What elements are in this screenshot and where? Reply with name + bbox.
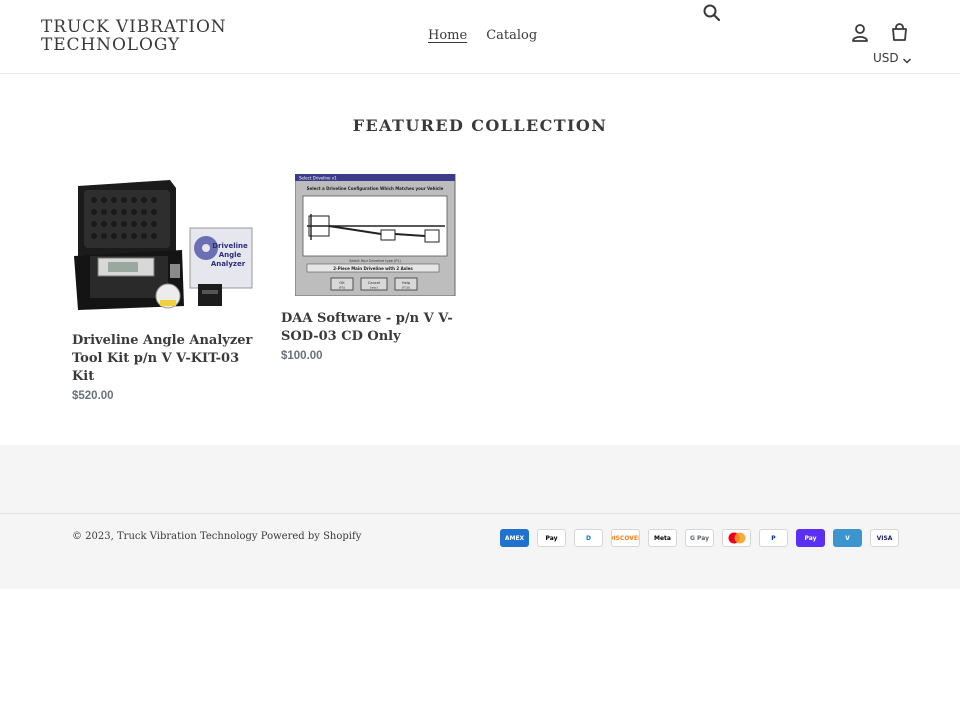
product-title[interactable]: DAA Software - p/n V V-SOD-03 CD Only — [281, 310, 471, 346]
software-help-key: (F10) — [402, 286, 410, 290]
product-image: Driveline Angle Analyzer — [72, 176, 257, 320]
chevron-down-icon — [902, 57, 911, 64]
main-nav: Home Catalog — [428, 27, 537, 45]
meta-pay-icon: Meta — [648, 529, 677, 547]
payment-label: VISA — [876, 534, 893, 542]
product-price: $100.00 — [281, 350, 323, 362]
svg-text:Angle: Angle — [219, 251, 242, 259]
search-icon[interactable] — [702, 3, 722, 23]
currency-value: USD — [873, 51, 899, 65]
copyright-prefix: © 2023, — [72, 531, 114, 542]
svg-text:Driveline: Driveline — [212, 242, 248, 250]
svg-text:Analyzer: Analyzer — [211, 260, 246, 268]
software-ok-key: (F5) — [339, 286, 345, 290]
apple-pay-icon: Pay — [537, 529, 566, 547]
powered-by-link[interactable]: Powered by Shopify — [261, 531, 362, 542]
store-link[interactable]: Truck Vibration Technology — [117, 531, 258, 542]
product-card[interactable]: Select Driveline v1 Select a Driveline C… — [281, 173, 471, 362]
software-heading: Select a Driveline Configuration Which M… — [307, 186, 444, 191]
site-footer: © 2023, Truck Vibration Technology Power… — [0, 445, 960, 589]
payment-label: Meta — [654, 534, 671, 542]
product-card[interactable]: Driveline Angle Analyzer Driveline Angle… — [72, 176, 262, 402]
diners-club-icon: D — [574, 529, 603, 547]
software-caption: Select Your Driveline type (P1) — [349, 259, 401, 263]
software-cancel-label: Cancel — [368, 281, 380, 285]
venmo-icon: V — [833, 529, 862, 547]
software-selection: 2-Piece Main Driveline with 2 Axles — [333, 266, 413, 271]
payment-label: G Pay — [689, 534, 710, 542]
nav-home-link[interactable]: Home — [428, 27, 467, 45]
section-title: FEATURED COLLECTION — [352, 116, 608, 135]
payment-label: AMEX — [504, 534, 525, 542]
mastercard-icon — [722, 529, 751, 547]
payment-label: Pay — [804, 534, 817, 542]
payment-label: D — [586, 534, 591, 542]
nav-catalog-link[interactable]: Catalog — [486, 27, 537, 45]
account-icon[interactable] — [851, 23, 869, 43]
paypal-icon: P — [759, 529, 788, 547]
amex-icon: AMEX — [500, 529, 529, 547]
discover-icon: DISCOVER — [611, 529, 640, 547]
product-title[interactable]: Driveline Angle Analyzer Tool Kit p/n V … — [72, 332, 262, 386]
google-pay-icon: G Pay — [685, 529, 714, 547]
currency-selector[interactable]: USD — [873, 51, 912, 65]
store-logo[interactable]: TRUCK VIBRATION TECHNOLOGY — [41, 18, 271, 54]
visa-icon: VISA — [870, 529, 899, 547]
software-ok-label: OK — [339, 281, 345, 285]
payment-label: DISCOVER — [612, 534, 639, 542]
software-cancel-key: (esc) — [370, 286, 377, 290]
product-image: Select Driveline v1 Select a Driveline C… — [294, 173, 456, 297]
software-help-label: Help — [402, 281, 411, 285]
shop-pay-icon: Pay — [796, 529, 825, 547]
cart-icon[interactable] — [890, 23, 909, 42]
site-header: TRUCK VIBRATION TECHNOLOGY Home Catalog … — [0, 0, 960, 74]
payment-icons: AMEX Pay D DISCOVER Meta G Pay P Pay V VISA — [500, 529, 899, 547]
footer-divider — [0, 513, 960, 514]
payment-label: Pay — [545, 534, 558, 542]
copyright: © 2023, Truck Vibration Technology Power… — [72, 531, 361, 542]
software-window-title: Select Driveline v1 — [299, 176, 337, 181]
product-price: $520.00 — [72, 390, 114, 402]
payment-label: V — [845, 534, 850, 542]
payment-label: P — [771, 534, 776, 542]
